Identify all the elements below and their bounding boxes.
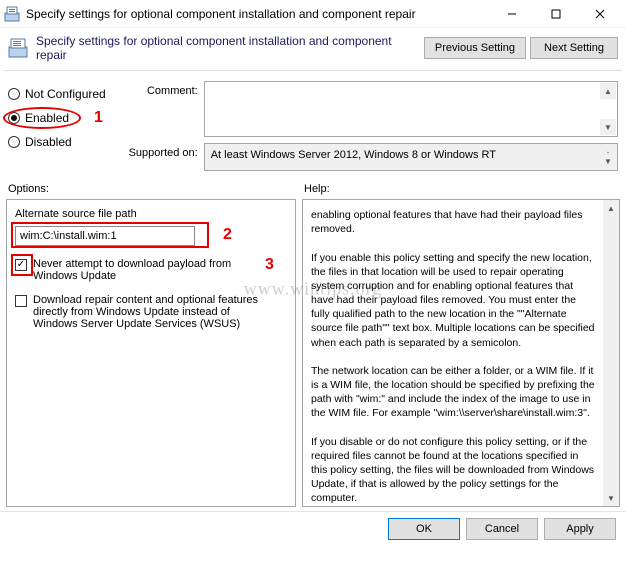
checkbox-label: Download repair content and optional fea… (33, 294, 273, 330)
chk-wsus-direct[interactable]: Download repair content and optional fea… (15, 294, 287, 330)
chk-never-download[interactable]: Never attempt to download payload from W… (15, 258, 287, 282)
scroll-up-icon[interactable]: ▲ (600, 83, 616, 99)
checkbox-icon (15, 259, 27, 271)
alt-path-label: Alternate source file path (15, 208, 287, 220)
radio-label: Disabled (25, 135, 72, 149)
radio-label: Enabled (25, 111, 69, 125)
policy-icon (8, 38, 28, 58)
options-label: Options: (6, 179, 296, 199)
annotation-number: 1 (94, 109, 103, 127)
title-bar: Specify settings for optional component … (0, 0, 626, 28)
comment-textarea[interactable]: ▲ ▼ (204, 81, 618, 137)
previous-setting-button[interactable]: Previous Setting (424, 37, 526, 59)
radio-icon (8, 136, 20, 148)
apply-button[interactable]: Apply (544, 518, 616, 540)
state-radio-group: Not Configured Enabled 1 Disabled (8, 81, 106, 171)
minimize-icon (507, 9, 517, 19)
policy-header: Specify settings for optional component … (0, 28, 626, 68)
ok-button[interactable]: OK (388, 518, 460, 540)
help-panel: enabling optional features that have had… (302, 199, 620, 507)
scroll-down-icon[interactable]: ▼ (600, 153, 616, 169)
radio-enabled[interactable]: Enabled 1 (8, 111, 106, 125)
dialog-footer: OK Cancel Apply (0, 511, 626, 546)
radio-not-configured[interactable]: Not Configured (8, 87, 106, 101)
supported-text: At least Windows Server 2012, Windows 8 … (204, 143, 618, 171)
alt-path-input[interactable] (15, 226, 195, 246)
scroll-up-icon[interactable]: ▲ (603, 200, 619, 216)
divider (4, 70, 622, 71)
radio-icon (8, 88, 20, 100)
radio-disabled[interactable]: Disabled (8, 135, 106, 149)
policy-title: Specify settings for optional component … (36, 34, 420, 62)
help-label: Help: (302, 179, 620, 199)
annotation-number: 2 (223, 226, 232, 244)
scroll-down-icon[interactable]: ▼ (603, 490, 619, 506)
comment-label: Comment: (120, 81, 198, 97)
minimize-button[interactable] (490, 0, 534, 28)
next-setting-button[interactable]: Next Setting (530, 37, 618, 59)
radio-label: Not Configured (25, 87, 106, 101)
help-text: enabling optional features that have had… (311, 208, 611, 506)
close-icon (595, 9, 605, 19)
checkbox-label: Never attempt to download payload from W… (33, 258, 253, 282)
options-panel: Alternate source file path 2 Never attem… (6, 199, 296, 507)
maximize-button[interactable] (534, 0, 578, 28)
maximize-icon (551, 9, 561, 19)
window-title: Specify settings for optional component … (26, 7, 490, 21)
policy-window-icon (4, 6, 20, 22)
checkbox-icon (15, 295, 27, 307)
cancel-button[interactable]: Cancel (466, 518, 538, 540)
supported-label: Supported on: (120, 143, 198, 159)
radio-icon (8, 112, 20, 124)
supported-value: At least Windows Server 2012, Windows 8 … (211, 149, 496, 161)
annotation-number: 3 (265, 256, 274, 274)
scrollbar[interactable]: ▲ ▼ (603, 200, 619, 506)
scroll-down-icon[interactable]: ▼ (600, 119, 616, 135)
close-button[interactable] (578, 0, 622, 28)
